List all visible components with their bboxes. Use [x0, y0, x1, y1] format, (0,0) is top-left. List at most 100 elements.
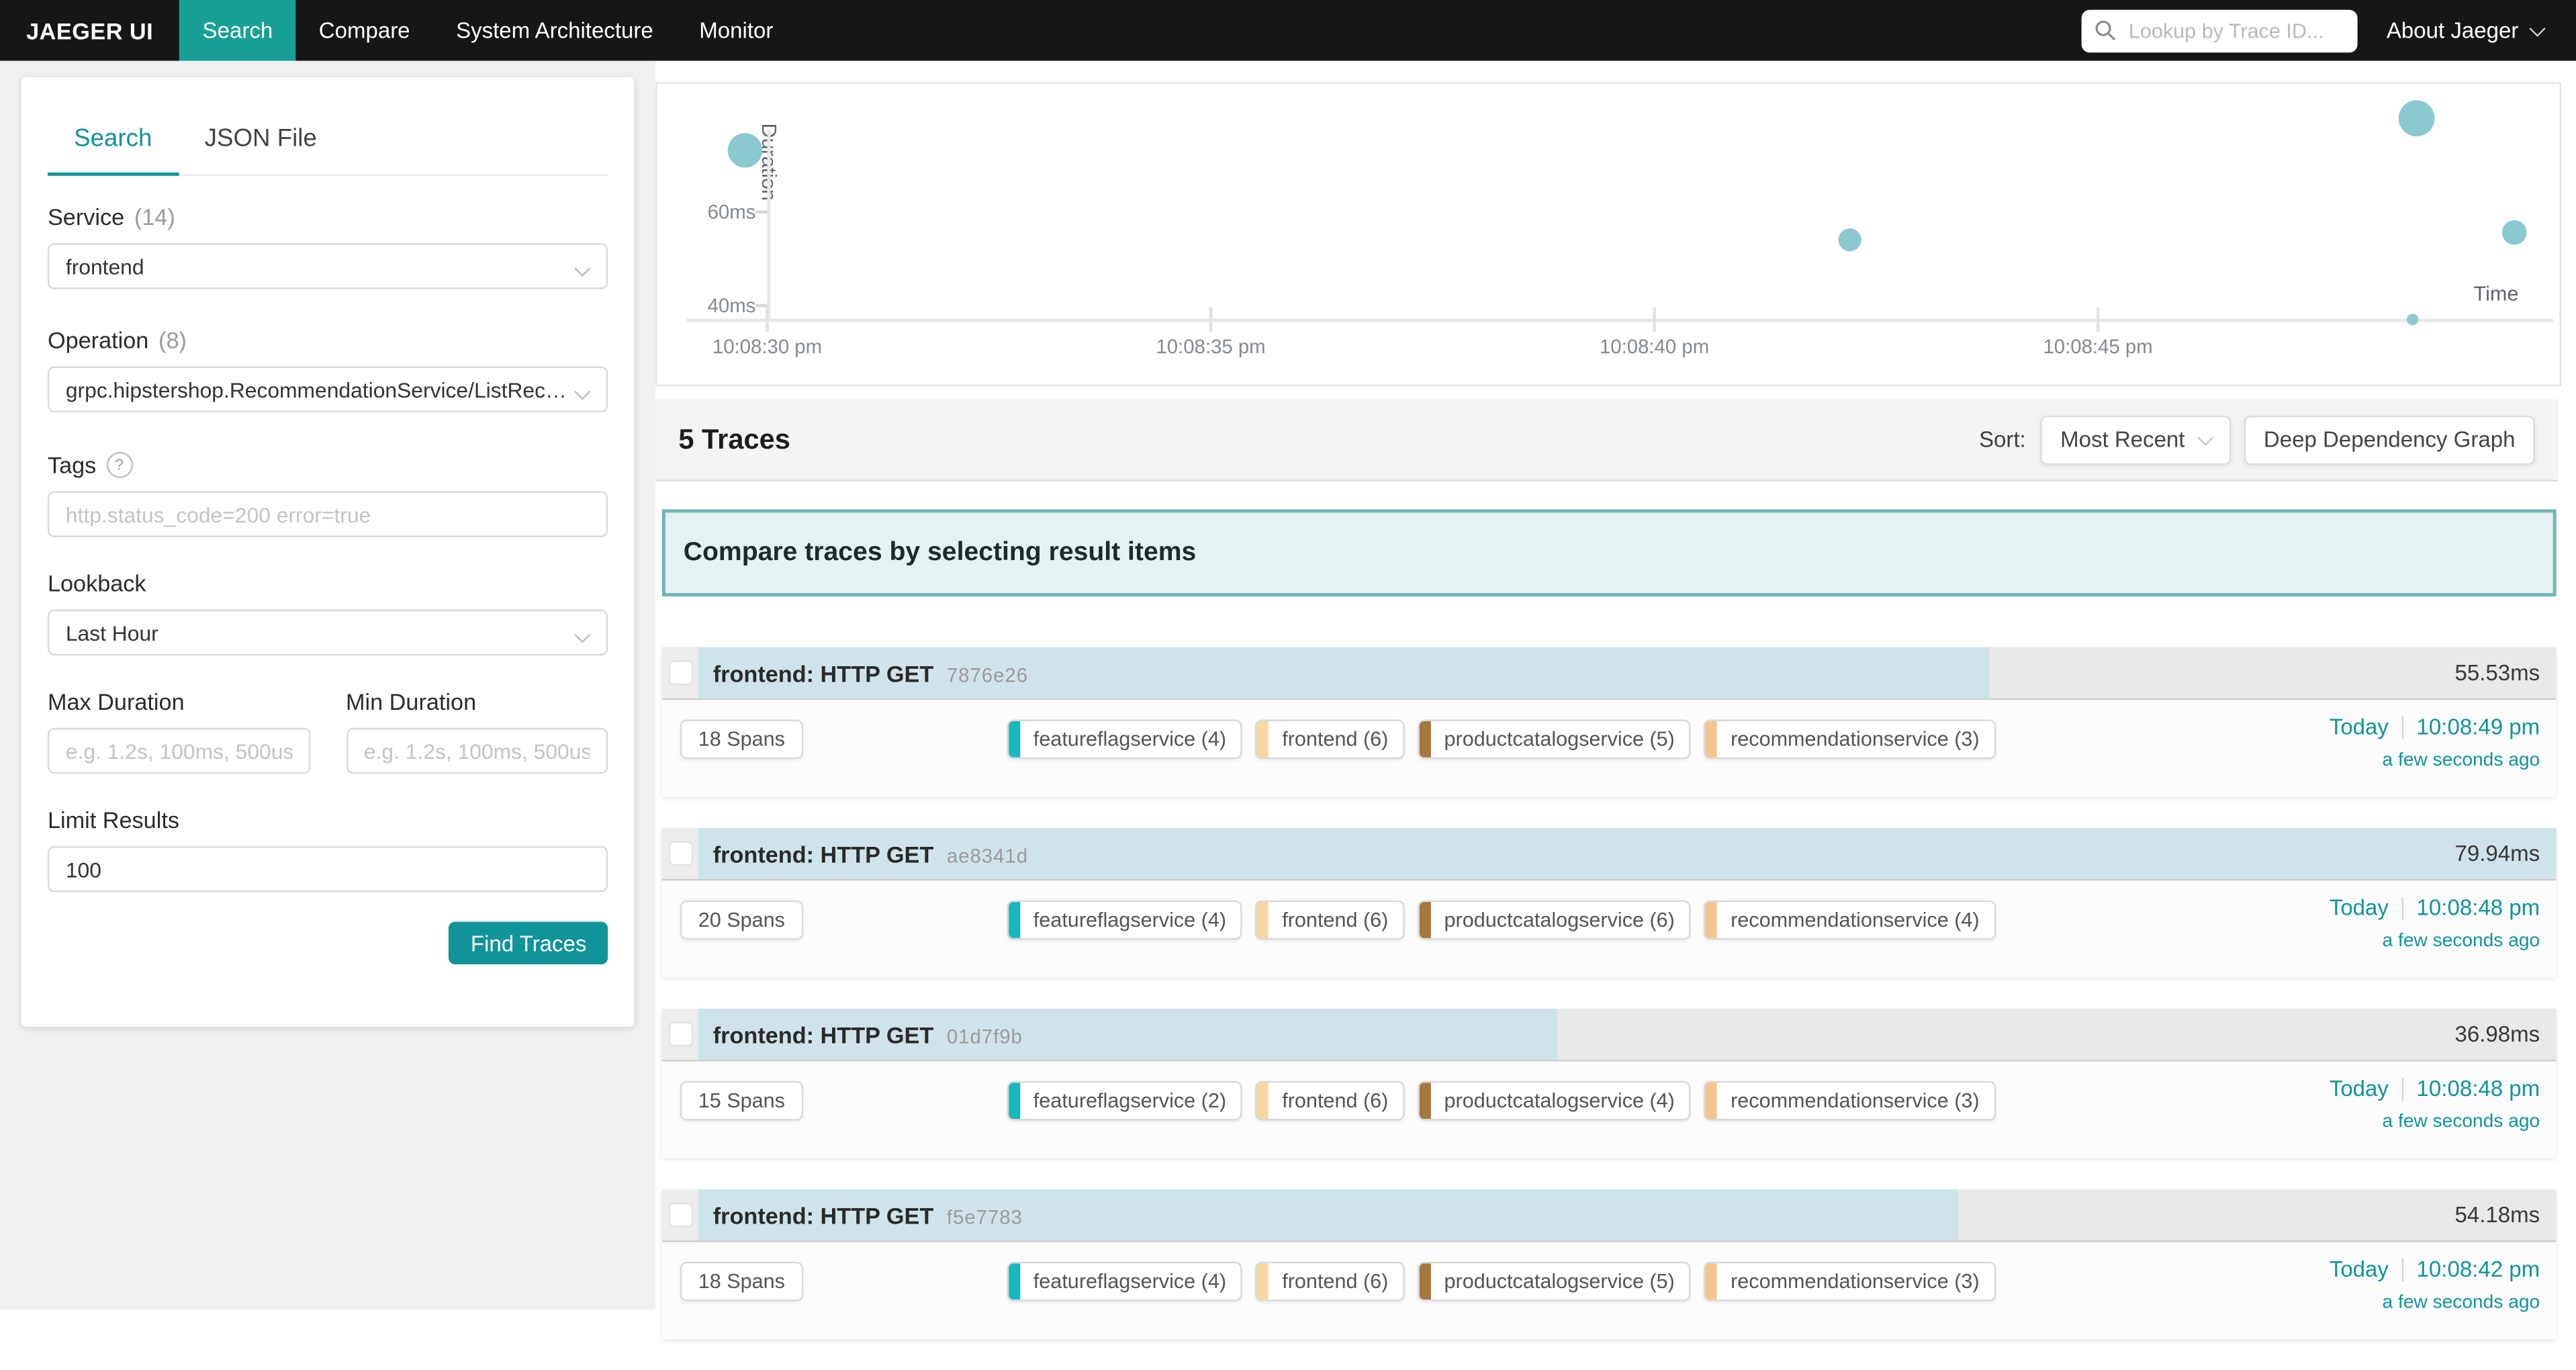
- trace-scatter-point[interactable]: [728, 132, 762, 167]
- trace-relative-time: a few seconds ago: [2330, 1293, 2540, 1312]
- max-duration-group: Max Duration: [48, 688, 310, 774]
- lookback-select[interactable]: Last Hour: [48, 610, 608, 656]
- trace-relative-time: a few seconds ago: [2330, 931, 2540, 951]
- min-duration-label: Min Duration: [346, 688, 608, 715]
- nav-item-compare[interactable]: Compare: [295, 0, 432, 61]
- checkbox-column: [662, 1009, 698, 1060]
- sort-value: Most Recent: [2060, 427, 2184, 452]
- compare-banner-title: Compare traces by selecting result items: [684, 538, 1197, 567]
- nav-menu: SearchCompareSystem ArchitectureMonitor: [179, 0, 796, 61]
- x-axis-line: [687, 319, 2553, 322]
- trace-checkbox[interactable]: [668, 1203, 692, 1228]
- sidebar-tabs: Search JSON File: [48, 77, 608, 176]
- search-form-card: Search JSON File Service (14) frontend: [21, 77, 635, 1027]
- trace-id-input[interactable]: [2125, 17, 2344, 44]
- service-tag: frontend (6): [1256, 1262, 1405, 1302]
- limit-results-field[interactable]: [48, 846, 608, 893]
- x-tick-label: 10:08:35 pm: [1156, 335, 1265, 358]
- tags-input[interactable]: [66, 502, 590, 527]
- tab-json-file[interactable]: JSON File: [179, 125, 343, 174]
- nav-item-monitor[interactable]: Monitor: [676, 0, 796, 61]
- trace-time-link[interactable]: 10:08:49 pm: [2417, 715, 2540, 739]
- trace-checkbox[interactable]: [668, 841, 692, 866]
- trace-duration: 79.94ms: [2454, 841, 2540, 866]
- date-time-separator: [2402, 715, 2403, 738]
- help-icon[interactable]: ?: [106, 452, 132, 478]
- trace-id: 01d7f9b: [947, 1024, 1023, 1047]
- service-tag: featureflagservice (4): [1007, 720, 1243, 760]
- deep-dependency-graph-button[interactable]: Deep Dependency Graph: [2244, 415, 2535, 464]
- min-duration-field[interactable]: [346, 728, 608, 774]
- trace-scatter-point[interactable]: [2503, 221, 2528, 246]
- x-tick-mark: [1653, 307, 1655, 332]
- scatter-plot[interactable]: Duration Time 10:08:30 pm10:08:35 pm10:0…: [655, 82, 2561, 386]
- tags-field[interactable]: [48, 491, 608, 537]
- service-color-bar: [1706, 721, 1717, 758]
- trace-date-time: Today 10:08:42 pm: [2330, 1257, 2540, 1282]
- service-color-bar: [1706, 902, 1717, 938]
- tags-label: Tags ?: [48, 452, 608, 478]
- main-layout: Search JSON File Service (14) frontend: [0, 61, 2576, 1309]
- service-value: frontend: [66, 254, 590, 279]
- trace-result[interactable]: frontend: HTTP GETf5e778354.18ms18 Spans…: [662, 1189, 2557, 1339]
- trace-id-search[interactable]: [2081, 9, 2357, 52]
- trace-date-link[interactable]: Today: [2330, 1076, 2389, 1101]
- operation-select[interactable]: grpc.hipstershop.RecommendationService/L…: [48, 367, 608, 413]
- limit-results-input[interactable]: [66, 857, 590, 882]
- duration-group: Max Duration Min Duration: [48, 688, 608, 774]
- max-duration-field[interactable]: [48, 728, 310, 774]
- trace-header-bar-area: frontend: HTTP GET01d7f9b36.98ms: [698, 1009, 2557, 1060]
- trace-duration: 55.53ms: [2454, 660, 2540, 685]
- jaeger-ui-app: JAEGER UI SearchCompareSystem Architectu…: [0, 0, 2576, 1309]
- trace-result[interactable]: frontend: HTTP GET7876e2655.53ms18 Spans…: [662, 647, 2557, 797]
- service-tag: frontend (6): [1256, 1081, 1405, 1121]
- trace-date-link[interactable]: Today: [2330, 895, 2389, 920]
- service-select[interactable]: frontend: [48, 243, 608, 289]
- y-tick-dash: [755, 210, 767, 213]
- service-color-bar: [1706, 1083, 1717, 1119]
- trace-scatter-point[interactable]: [2399, 101, 2436, 137]
- trace-date-link[interactable]: Today: [2330, 715, 2389, 739]
- tab-json-label: JSON File: [205, 125, 317, 153]
- trace-result[interactable]: frontend: HTTP GET01d7f9b36.98ms 15 Spans…: [662, 1009, 2557, 1158]
- search-sidebar: Search JSON File Service (14) frontend: [0, 61, 655, 1309]
- service-tag-list: featureflagservice (2)frontend (6)produc…: [1007, 1081, 1996, 1121]
- trace-result-list: frontend: HTTP GET7876e2655.53ms18 Spans…: [662, 647, 2557, 1370]
- tab-search[interactable]: Search: [48, 125, 179, 174]
- trace-checkbox[interactable]: [668, 660, 692, 685]
- trace-date-time: Today 10:08:48 pm: [2330, 895, 2540, 920]
- trace-date-link[interactable]: Today: [2330, 1257, 2389, 1282]
- sort-label: Sort:: [1979, 427, 2026, 452]
- chevron-down-icon: [2529, 19, 2545, 36]
- trace-id: ae8341d: [947, 843, 1028, 866]
- y-tick-label: 60ms: [684, 200, 756, 223]
- trace-title: frontend: HTTP GET01d7f9b: [713, 1021, 1023, 1047]
- operation-group: Operation (8) grpc.hipstershop.Recommend…: [48, 327, 608, 412]
- trace-checkbox[interactable]: [668, 1022, 692, 1047]
- nav-item-search[interactable]: Search: [179, 0, 295, 61]
- trace-row-header: frontend: HTTP GET7876e2655.53ms: [662, 647, 2557, 700]
- service-tag: recommendationservice (3): [1704, 1081, 1996, 1121]
- trace-time-link[interactable]: 10:08:42 pm: [2417, 1257, 2540, 1282]
- find-traces-button[interactable]: Find Traces: [449, 921, 608, 964]
- sort-select[interactable]: Most Recent: [2041, 415, 2231, 464]
- trace-result[interactable]: frontend: HTTP GETae8341d79.94ms20 Spans…: [662, 828, 2557, 978]
- checkbox-column: [662, 1189, 698, 1240]
- date-time-separator: [2402, 1077, 2403, 1100]
- min-duration-input[interactable]: [364, 739, 590, 764]
- service-color-bar: [1258, 721, 1269, 758]
- nav-item-system-architecture[interactable]: System Architecture: [433, 0, 676, 61]
- about-jaeger-menu[interactable]: About Jaeger: [2387, 0, 2543, 61]
- x-tick-mark: [766, 307, 768, 332]
- trace-time-link[interactable]: 10:08:48 pm: [2417, 895, 2540, 920]
- max-duration-input[interactable]: [66, 739, 291, 764]
- span-count-chip: 15 Spans: [680, 1081, 803, 1121]
- trace-scatter-point[interactable]: [2407, 314, 2418, 325]
- service-count: (14): [134, 203, 175, 230]
- span-count-chip: 20 Spans: [680, 901, 803, 940]
- trace-scatter-point[interactable]: [1838, 228, 1861, 250]
- service-color-bar: [1420, 721, 1431, 758]
- trace-time-link[interactable]: 10:08:48 pm: [2417, 1076, 2540, 1101]
- tab-search-label: Search: [74, 125, 152, 153]
- app-logo[interactable]: JAEGER UI: [0, 0, 179, 61]
